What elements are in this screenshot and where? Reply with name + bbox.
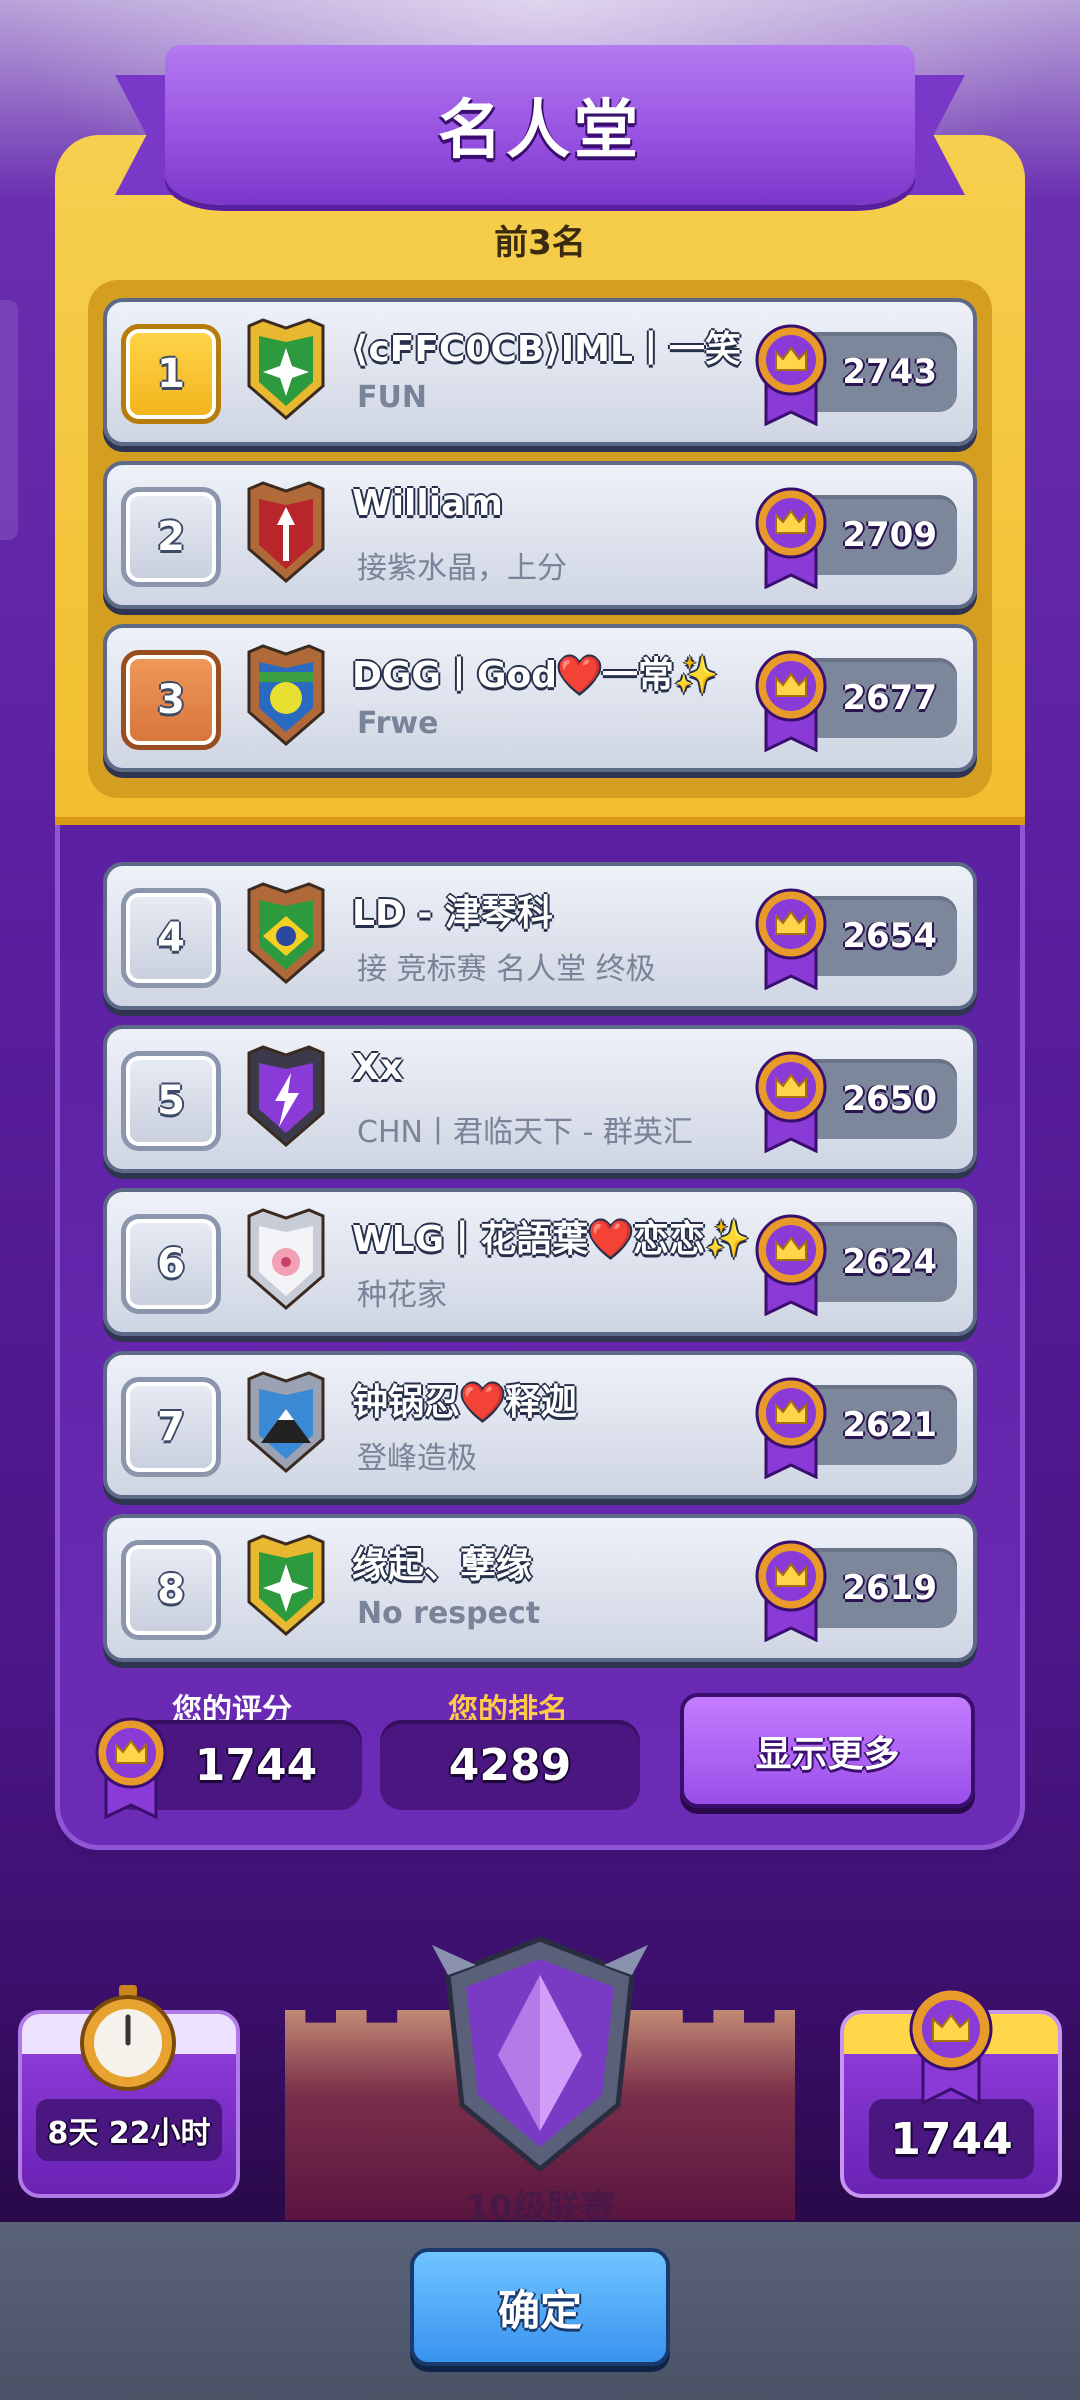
trophy-count: 1744	[869, 2099, 1034, 2179]
player-name: LD - 津琴科	[352, 893, 553, 934]
show-more-button[interactable]: 显示更多	[680, 1693, 975, 1808]
trophy-medal-icon	[752, 485, 830, 590]
player-name: DGG丨God❤️一常✨	[352, 655, 719, 696]
clan-name: FUN	[357, 380, 427, 415]
clan-badge-icon	[243, 1532, 329, 1638]
clan-badge-icon	[243, 880, 329, 986]
confirm-button[interactable]: 确定	[410, 2248, 670, 2366]
player-name: 钟锅忍❤️释迦	[352, 1382, 577, 1423]
rank-number: 2	[121, 487, 221, 587]
player-name: ⟨cFFC0CB⟩IML丨一笑	[352, 329, 741, 370]
your-rank-value: 4289	[380, 1720, 640, 1810]
rank-number: 5	[121, 1051, 221, 1151]
clan-name: Frwe	[357, 706, 439, 741]
your-rating-number: 1744	[194, 1739, 318, 1791]
stopwatch-icon	[80, 1985, 176, 2091]
clan-badge-icon	[243, 479, 329, 585]
rank-number: 6	[121, 1214, 221, 1314]
trophy-medal-icon	[752, 322, 830, 427]
leaderboard-row[interactable]: 3 DGG丨God❤️一常✨ Frwe 2677	[103, 624, 977, 772]
page-title: 名人堂	[438, 94, 642, 168]
player-name: 缘起、孽缘	[352, 1545, 533, 1586]
trophy-medal-icon	[752, 648, 830, 753]
title-banner: 名人堂	[165, 45, 915, 205]
league-crystal-badge-icon	[432, 1936, 648, 2173]
leaderboard-row[interactable]: 1 ⟨cFFC0CB⟩IML丨一笑 FUN 2743	[103, 298, 977, 446]
clan-name: No respect	[357, 1596, 541, 1631]
season-timer: 8天 22小时	[36, 2099, 222, 2161]
leaderboard-row[interactable]: 8 缘起、孽缘 No respect 2619	[103, 1514, 977, 1662]
leaderboard-row[interactable]: 4 LD - 津琴科 接 竞标赛 名人堂 终极 2654	[103, 862, 977, 1010]
clan-badge-icon	[243, 316, 329, 422]
clan-name: 接紫水晶，上分	[357, 551, 567, 586]
leaderboard-row[interactable]: 2 William 接紫水晶，上分 2709	[103, 461, 977, 609]
rank-number: 8	[121, 1540, 221, 1640]
clan-badge-icon	[243, 642, 329, 748]
trophy-crown-icon	[909, 1987, 993, 2105]
player-name: William	[352, 483, 503, 524]
rank-number: 4	[121, 888, 221, 988]
trophy-medal-icon	[95, 1717, 167, 1819]
clan-name: 接 竞标赛 名人堂 终极	[357, 952, 656, 987]
trophy-medal-icon	[752, 1375, 830, 1480]
clan-badge-icon	[243, 1206, 329, 1312]
leaderboard-row[interactable]: 6 WLG丨花語葉❤️恋恋✨ 种花家 2624	[103, 1188, 977, 1336]
trophy-medal-icon	[752, 1538, 830, 1643]
rank-number: 7	[121, 1377, 221, 1477]
player-name: Xx	[352, 1047, 403, 1088]
trophy-medal-icon	[752, 1049, 830, 1154]
top3-subtitle: 前3名	[494, 223, 586, 263]
rank-number: 1	[121, 324, 221, 424]
trophy-medal-icon	[752, 886, 830, 991]
leaderboard-row[interactable]: 5 Xx CHN丨君临天下 - 群英汇 2650	[103, 1025, 977, 1173]
side-tab[interactable]	[0, 300, 18, 540]
clan-name: 种花家	[357, 1278, 447, 1313]
rank-number: 3	[121, 650, 221, 750]
clan-badge-icon	[243, 1043, 329, 1149]
leaderboard-row[interactable]: 7 钟锅忍❤️释迦 登峰造极 2621	[103, 1351, 977, 1499]
clan-name: 登峰造极	[357, 1441, 477, 1476]
trophy-medal-icon	[752, 1212, 830, 1317]
player-name: WLG丨花語葉❤️恋恋✨	[352, 1219, 750, 1260]
clan-badge-icon	[243, 1369, 329, 1475]
clan-name: CHN丨君临天下 - 群英汇	[357, 1115, 693, 1150]
